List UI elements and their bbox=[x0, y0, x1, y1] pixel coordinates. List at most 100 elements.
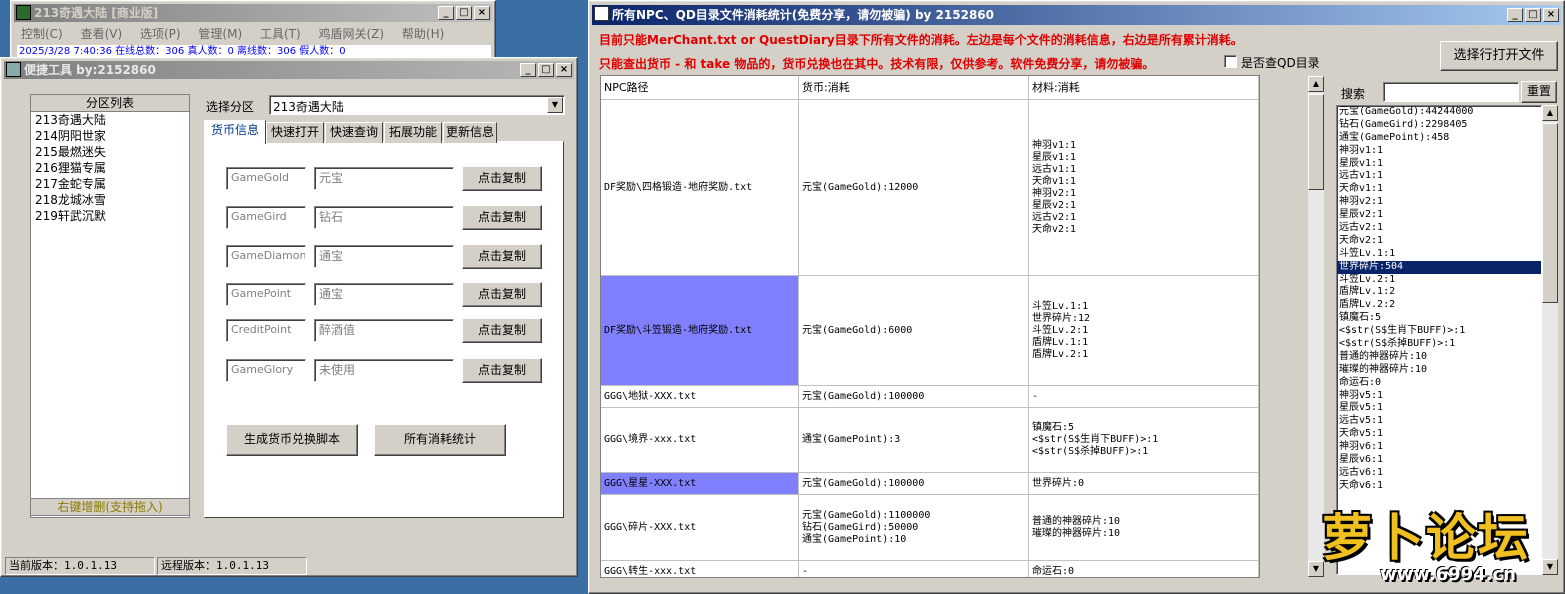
currency-code-field[interactable]: GamePoint bbox=[226, 283, 306, 306]
tab-updates[interactable]: 更新信息 bbox=[443, 122, 497, 143]
search-input[interactable] bbox=[1383, 82, 1519, 102]
stats-titlebar[interactable]: 所有NPC、QD目录文件消耗统计(免费分享，请勿被骗) by 2152860 _… bbox=[592, 5, 1561, 25]
zone-select[interactable]: 213奇遇大陆 ▼ bbox=[269, 95, 565, 115]
main-app-titlebar[interactable]: 213奇遇大陆 [商业版] _ □ × bbox=[14, 4, 492, 22]
totals-item[interactable]: 璀璨的神器碎片:10 bbox=[1337, 364, 1541, 377]
totals-item[interactable]: 神羽v1:1 bbox=[1337, 145, 1541, 158]
table-row[interactable]: GGG\碎片-XXX.txt 元宝(GameGold):1100000 钻石(Ga… bbox=[601, 495, 1259, 561]
menu-control[interactable]: 控制(C) bbox=[21, 27, 63, 41]
menu-tools[interactable]: 工具(T) bbox=[260, 27, 301, 41]
scroll-thumb[interactable] bbox=[1542, 123, 1558, 303]
totals-item[interactable]: 星辰v6:1 bbox=[1337, 454, 1541, 467]
totals-item[interactable]: 神羽v5:1 bbox=[1337, 390, 1541, 403]
open-file-button[interactable]: 选择行打开文件 bbox=[1440, 41, 1558, 71]
tool-titlebar[interactable]: 便捷工具 by:2152860 _ □ × bbox=[4, 61, 574, 79]
currency-code-field[interactable]: GameGold bbox=[226, 167, 306, 190]
qd-checkbox[interactable] bbox=[1224, 55, 1237, 68]
totals-item[interactable]: 钻石(GameGird):2298405 bbox=[1337, 119, 1541, 132]
currency-name-field[interactable]: 钻石 bbox=[314, 206, 454, 229]
totals-item[interactable]: 远古v5:1 bbox=[1337, 415, 1541, 428]
scroll-thumb[interactable] bbox=[1308, 94, 1324, 190]
reset-button[interactable]: 重置 bbox=[1521, 81, 1557, 103]
currency-name-field[interactable]: 通宝 bbox=[314, 245, 454, 268]
header-npc-path[interactable]: NPC路径 bbox=[601, 76, 799, 100]
generate-script-button[interactable]: 生成货币兑换脚本 bbox=[226, 424, 358, 456]
menu-manage[interactable]: 管理(M) bbox=[198, 27, 242, 41]
zone-item[interactable]: 219轩武沉默 bbox=[31, 208, 189, 224]
currency-code-field[interactable]: GameGlory bbox=[226, 359, 306, 382]
currency-code-field[interactable]: GameGird bbox=[226, 206, 306, 229]
totals-item[interactable]: 斗笠Lv.1:1 bbox=[1337, 248, 1541, 261]
currency-name-field[interactable]: 元宝 bbox=[314, 167, 454, 190]
currency-name-field[interactable]: 通宝 bbox=[314, 283, 454, 306]
close-icon[interactable]: × bbox=[1543, 8, 1559, 22]
copy-button[interactable]: 点击复制 bbox=[462, 244, 542, 269]
totals-item[interactable]: 远古v1:1 bbox=[1337, 170, 1541, 183]
totals-item[interactable]: 盾牌Lv.1:2 bbox=[1337, 286, 1541, 299]
totals-item[interactable]: 神羽v2:1 bbox=[1337, 196, 1541, 209]
copy-button[interactable]: 点击复制 bbox=[462, 205, 542, 230]
table-row[interactable]: GGG\境界-xxx.txt 通宝(GamePoint):3 镇魔石:5 <$st… bbox=[601, 408, 1259, 473]
currency-name-field[interactable]: 未使用 bbox=[314, 359, 454, 382]
table-row[interactable]: GGG\地狱-XXX.txt 元宝(GameGold):100000 - bbox=[601, 386, 1259, 408]
zone-item[interactable]: 215最燃迷失 bbox=[31, 144, 189, 160]
zone-item[interactable]: 218龙城冰雪 bbox=[31, 192, 189, 208]
maximize-icon[interactable]: □ bbox=[538, 63, 554, 77]
scroll-up-icon[interactable]: ▲ bbox=[1542, 105, 1558, 121]
zone-item[interactable]: 216狸猫专属 bbox=[31, 160, 189, 176]
table-row[interactable]: GGG\转生-xxx.txt - 命运石:0 bbox=[601, 561, 1259, 577]
totals-item[interactable]: 星辰v1:1 bbox=[1337, 158, 1541, 171]
totals-item[interactable]: 镇魔石:5 bbox=[1337, 312, 1541, 325]
table-row[interactable]: GGG\星星-XXX.txt 元宝(GameGold):100000 世界碎片:… bbox=[601, 473, 1259, 495]
totals-item[interactable]: 天命v6:1 bbox=[1337, 480, 1541, 493]
menu-view[interactable]: 查看(V) bbox=[81, 27, 123, 41]
tab-extensions[interactable]: 拓展功能 bbox=[384, 122, 442, 143]
zone-item[interactable]: 214阴阳世家 bbox=[31, 128, 189, 144]
close-icon[interactable]: × bbox=[556, 63, 572, 77]
totals-item[interactable]: 神羽v6:1 bbox=[1337, 441, 1541, 454]
totals-item[interactable]: 天命v1:1 bbox=[1337, 183, 1541, 196]
header-materials[interactable]: 材料:消耗 bbox=[1029, 76, 1259, 100]
chevron-down-icon[interactable]: ▼ bbox=[547, 97, 563, 113]
totals-item[interactable]: 天命v5:1 bbox=[1337, 428, 1541, 441]
header-currency[interactable]: 货币:消耗 bbox=[799, 76, 1029, 100]
minimize-icon[interactable]: _ bbox=[438, 6, 454, 20]
totals-item[interactable]: 星辰v5:1 bbox=[1337, 402, 1541, 415]
currency-name-field[interactable]: 醉酒值 bbox=[314, 319, 454, 342]
tab-quick-open[interactable]: 快速打开 bbox=[266, 122, 324, 143]
maximize-icon[interactable]: □ bbox=[1525, 8, 1541, 22]
close-icon[interactable]: × bbox=[474, 6, 490, 20]
totals-item[interactable]: 普通的神器碎片:10 bbox=[1337, 351, 1541, 364]
copy-button[interactable]: 点击复制 bbox=[462, 318, 542, 343]
totals-item[interactable]: 远古v2:1 bbox=[1337, 222, 1541, 235]
zone-item[interactable]: 213奇遇大陆 bbox=[31, 112, 189, 128]
copy-button[interactable]: 点击复制 bbox=[462, 282, 542, 307]
copy-button[interactable]: 点击复制 bbox=[462, 358, 542, 383]
totals-item[interactable]: 元宝(GameGold):44244000 bbox=[1337, 106, 1541, 119]
totals-item[interactable]: 天命v2:1 bbox=[1337, 235, 1541, 248]
minimize-icon[interactable]: _ bbox=[1507, 8, 1523, 22]
tab-currency[interactable]: 货币信息 bbox=[204, 120, 266, 144]
menu-gateway[interactable]: 鸡盾网关(Z) bbox=[319, 27, 385, 41]
zone-item[interactable]: 217金蛇专属 bbox=[31, 176, 189, 192]
currency-code-field[interactable]: GameDiamond bbox=[226, 245, 306, 268]
totals-item[interactable]: <$str(S$生肖下BUFF)>:1 bbox=[1337, 325, 1541, 338]
totals-item[interactable]: 盾牌Lv.2:2 bbox=[1337, 299, 1541, 312]
totals-item[interactable]: 通宝(GamePoint):458 bbox=[1337, 132, 1541, 145]
currency-code-field[interactable]: CreditPoint bbox=[226, 319, 306, 342]
table-row[interactable]: DF奖励\斗笠锻造-地府奖励.txt 元宝(GameGold):6000 斗笠L… bbox=[601, 276, 1259, 386]
table-row[interactable]: DF奖励\四格锻造-地府奖励.txt 元宝(GameGold):12000 神羽… bbox=[601, 100, 1259, 276]
tab-quick-query[interactable]: 快速查询 bbox=[325, 122, 383, 143]
totals-item[interactable]: <$str(S$杀掉BUFF)>:1 bbox=[1337, 338, 1541, 351]
copy-button[interactable]: 点击复制 bbox=[462, 166, 542, 191]
totals-item[interactable]: 星辰v2:1 bbox=[1337, 209, 1541, 222]
all-stats-button[interactable]: 所有消耗统计 bbox=[374, 424, 506, 456]
scroll-up-icon[interactable]: ▲ bbox=[1308, 76, 1324, 92]
totals-item[interactable]: 远古v6:1 bbox=[1337, 467, 1541, 480]
totals-item[interactable]: 斗笠Lv.2:1 bbox=[1337, 274, 1541, 287]
minimize-icon[interactable]: _ bbox=[520, 63, 536, 77]
menu-options[interactable]: 选项(P) bbox=[140, 27, 181, 41]
totals-item[interactable]: 世界碎片:504 bbox=[1337, 260, 1541, 274]
maximize-icon[interactable]: □ bbox=[456, 6, 472, 20]
totals-item[interactable]: 命运石:0 bbox=[1337, 377, 1541, 390]
